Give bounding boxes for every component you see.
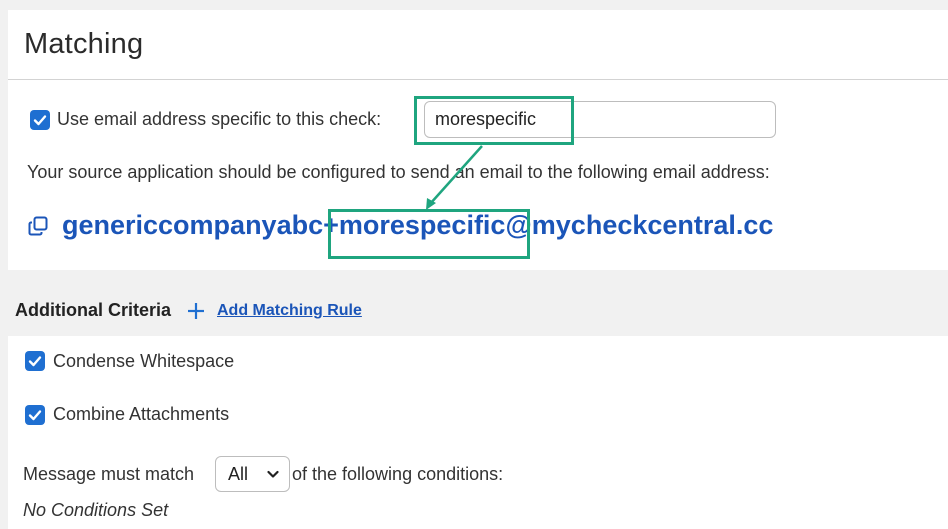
condense-whitespace-label: Condense Whitespace (53, 351, 235, 371)
combine-attachments-checkbox[interactable] (25, 405, 45, 425)
checkmark-icon (28, 356, 42, 367)
match-prefix-text: Message must match (23, 464, 195, 484)
combine-attachments-label: Combine Attachments (53, 404, 230, 424)
match-mode-select[interactable]: All (215, 456, 290, 492)
no-conditions-text: No Conditions Set (23, 500, 169, 520)
match-suffix-text: of the following conditions: (292, 464, 504, 484)
match-mode-value: All (228, 464, 249, 484)
add-matching-rule-link[interactable]: Add Matching Rule (217, 302, 362, 320)
chevron-down-icon (267, 470, 279, 478)
additional-criteria-title: Additional Criteria (15, 300, 172, 320)
condense-whitespace-checkbox[interactable] (25, 351, 45, 371)
plus-icon[interactable] (186, 301, 206, 321)
checkmark-icon (28, 410, 42, 421)
